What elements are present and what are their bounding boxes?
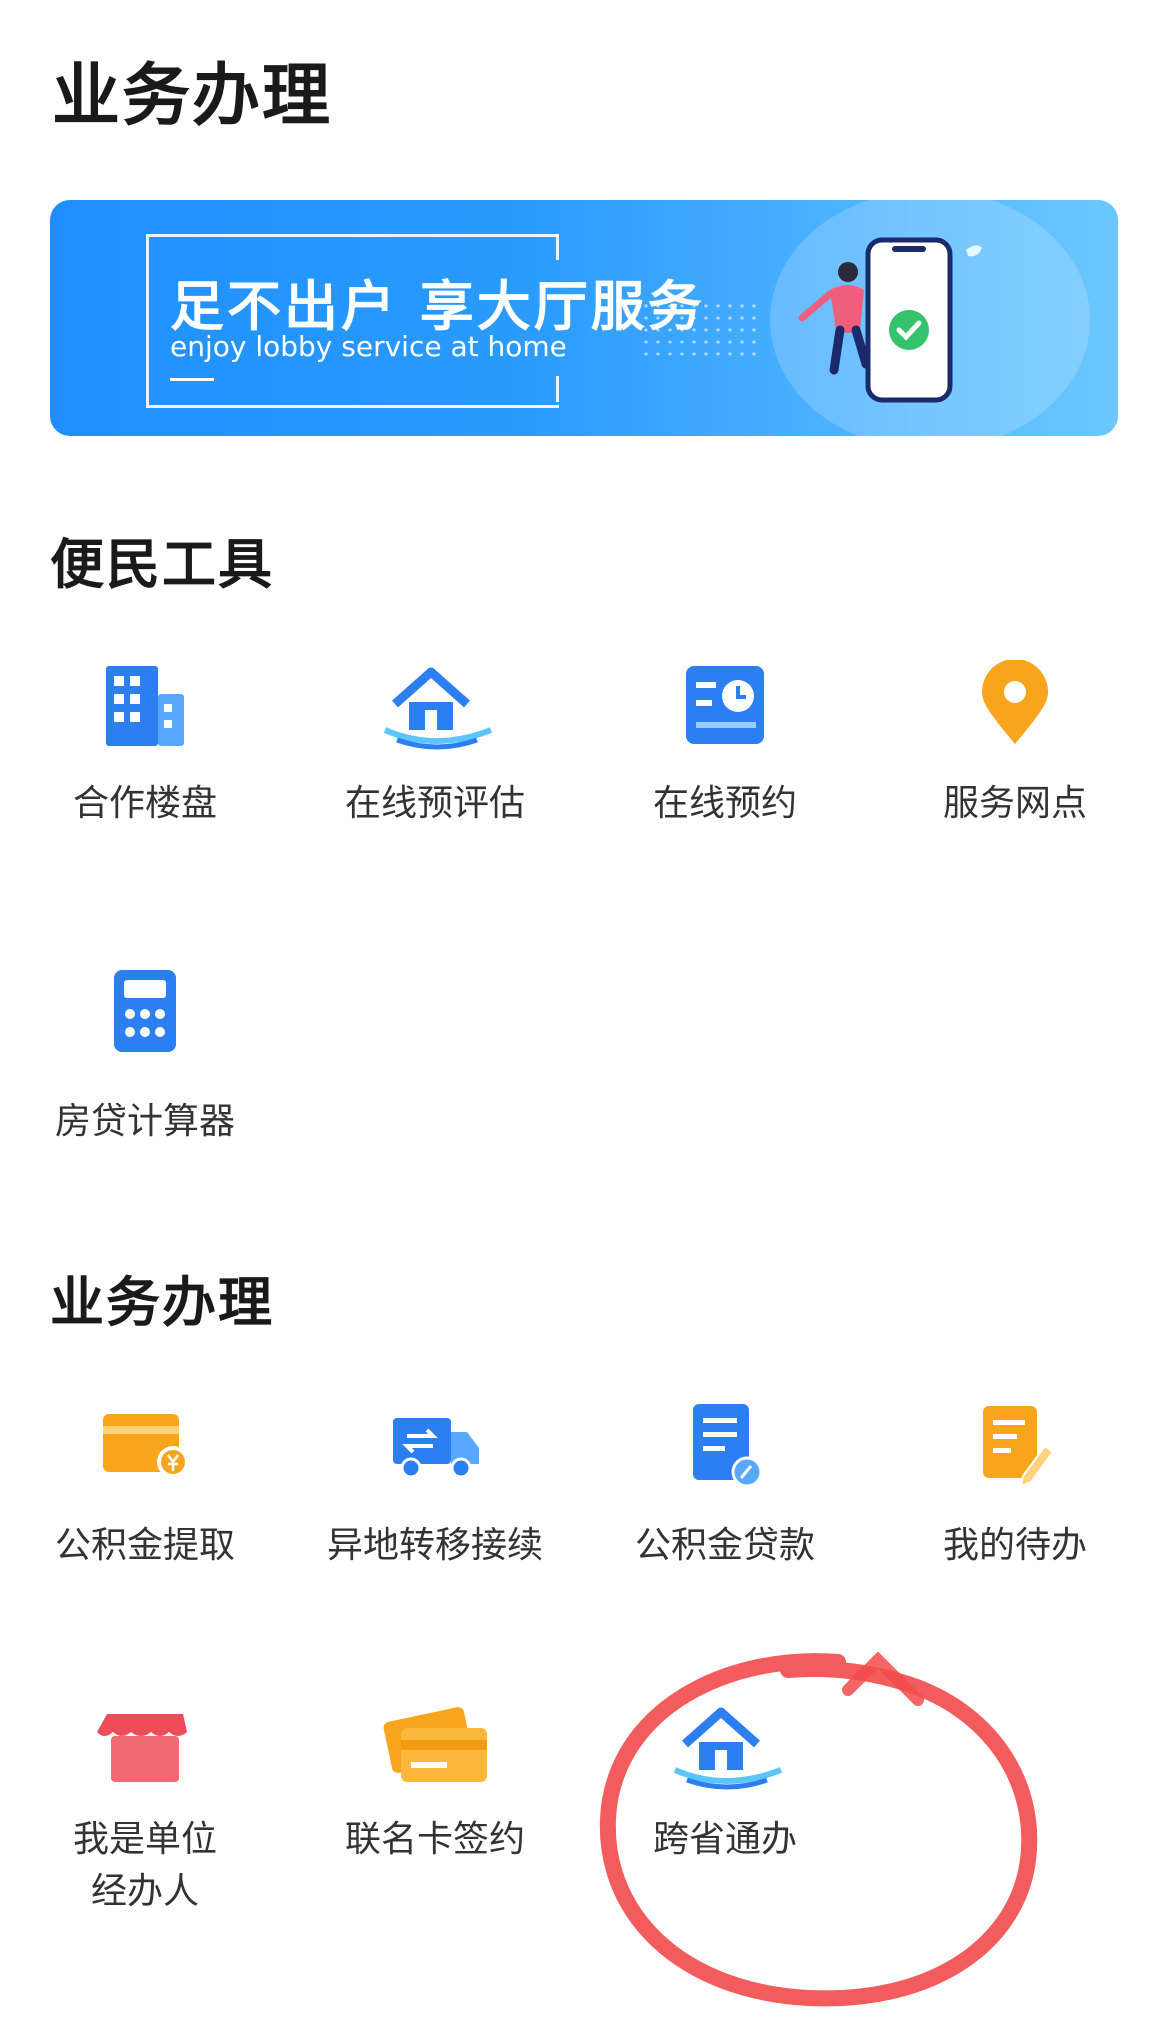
biz-fund-loan[interactable]: 公积金贷款 <box>580 1400 870 1572</box>
page-title: 业务办理 <box>52 57 333 136</box>
todo-pen-icon <box>983 1406 1055 1488</box>
banner-frame-corner <box>556 376 559 402</box>
banner-dash <box>170 378 214 381</box>
section-title-tools: 便民工具 <box>50 533 274 596</box>
location-pin-icon <box>982 660 1048 744</box>
biz-fund-withdrawal[interactable]: 公积金提取 <box>0 1400 290 1572</box>
biz-my-todos[interactable]: 我的待办 <box>870 1400 1160 1572</box>
biz-label: 公积金贷款 <box>634 1525 815 1566</box>
banner-slogan-en: enjoy lobby service at home <box>170 330 567 363</box>
tool-cooperative-buildings[interactable]: 合作楼盘 <box>0 660 290 830</box>
biz-label: 我是单位 经办人 <box>72 1819 217 1912</box>
biz-label: 异地转移接续 <box>326 1525 543 1566</box>
biz-label: 我的待办 <box>942 1525 1087 1566</box>
tool-online-booking[interactable]: 在线预约 <box>580 660 870 830</box>
tool-service-outlets[interactable]: 服务网点 <box>870 660 1160 830</box>
banner-frame-corner <box>556 234 559 260</box>
section-title-business: 业务办理 <box>50 1271 274 1334</box>
tool-label: 服务网点 <box>942 783 1087 824</box>
shop-icon <box>97 1714 187 1782</box>
house-icon <box>383 667 493 750</box>
document-edit-icon <box>693 1404 763 1488</box>
building-icon <box>106 666 184 746</box>
biz-label: 联名卡签约 <box>344 1819 525 1860</box>
tool-label: 在线预评估 <box>344 783 525 824</box>
calculator-icon <box>114 970 176 1052</box>
truck-icon <box>393 1418 479 1479</box>
tool-online-appraisal[interactable]: 在线预评估 <box>290 660 580 830</box>
biz-remote-transfer[interactable]: 异地转移接续 <box>290 1400 580 1572</box>
tool-label: 在线预约 <box>652 783 797 824</box>
annotation-circle <box>599 1651 1038 2007</box>
tool-mortgage-calculator[interactable]: 房贷计算器 <box>0 966 290 1148</box>
biz-unit-operator[interactable]: 我是单位 经办人 <box>0 1700 290 1918</box>
card-icon <box>383 1707 487 1782</box>
biz-label: 公积金提取 <box>54 1525 235 1566</box>
clock-schedule-icon <box>686 666 764 744</box>
service-banner[interactable]: 足不出户 享大厅服务 enjoy lobby service at home <box>50 200 1118 436</box>
wallet-yuan-icon <box>103 1414 189 1478</box>
tool-label: 房贷计算器 <box>54 1101 235 1142</box>
phone-illustration <box>798 237 982 403</box>
tool-label: 合作楼盘 <box>72 783 217 824</box>
biz-cobranded-card[interactable]: 联名卡签约 <box>290 1700 580 1866</box>
